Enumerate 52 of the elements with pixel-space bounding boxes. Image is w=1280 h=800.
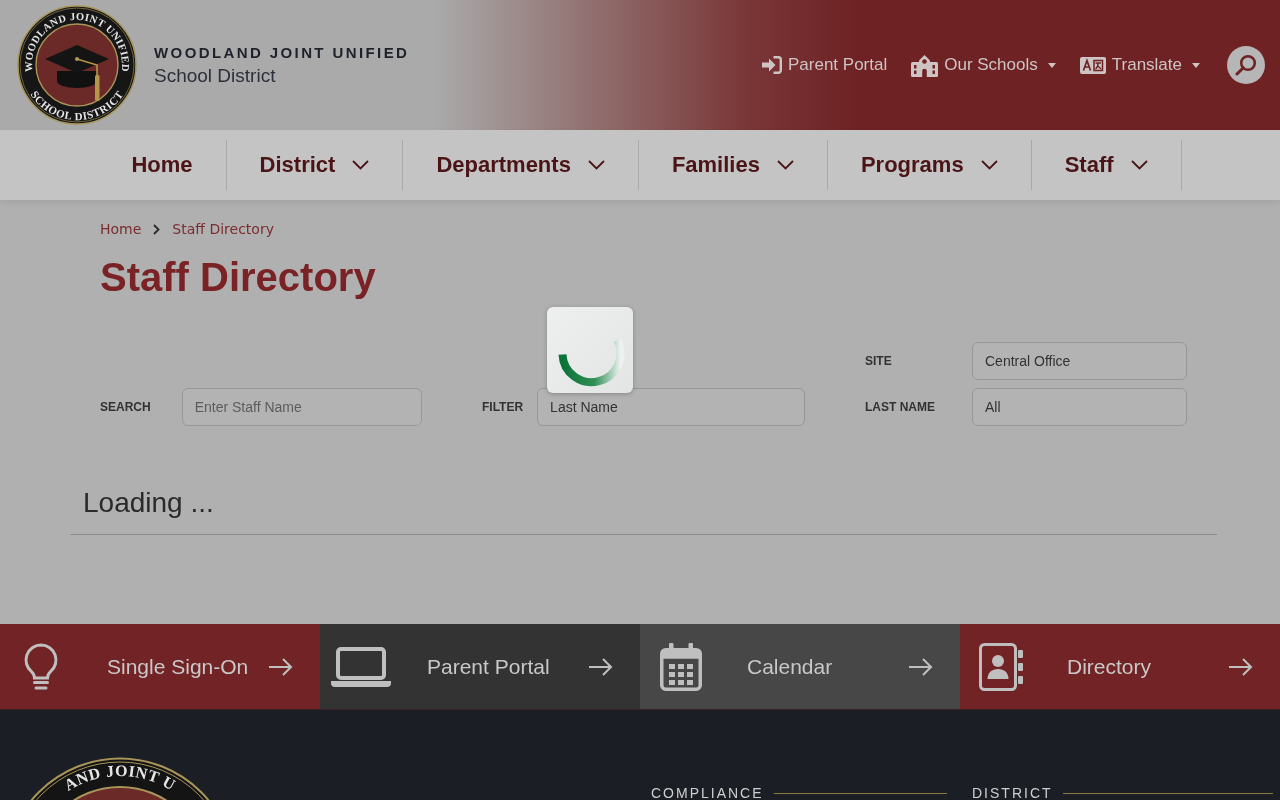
- nav-menu-item[interactable]: Programs: [827, 140, 1032, 190]
- district-name: WOODLAND JOINT UNIFIED: [154, 43, 410, 62]
- nav-menu-item[interactable]: District: [226, 140, 404, 190]
- district-subtitle: School District: [154, 64, 276, 87]
- caret-icon: [1192, 62, 1200, 68]
- translate-icon: [1079, 56, 1106, 74]
- district-seal-logo: AND JOINT U: [30, 757, 210, 800]
- contact-book-icon: [979, 642, 1023, 691]
- header-link[interactable]: Parent Portal: [762, 55, 888, 75]
- quick-link-tile[interactable]: Parent Portal: [320, 624, 640, 709]
- quick-link-tile[interactable]: Single Sign-On: [0, 624, 320, 709]
- search-button[interactable]: [1227, 46, 1265, 84]
- quick-link-tile[interactable]: Directory: [960, 624, 1280, 709]
- nav-menu-item[interactable]: Home: [98, 140, 227, 190]
- chevron-down-icon: [1130, 160, 1148, 170]
- nav-menu-item[interactable]: Staff: [1031, 140, 1182, 190]
- nav-menu-item[interactable]: Families: [638, 140, 828, 190]
- laptop-icon: [331, 646, 391, 687]
- arrow-right-icon: [909, 657, 933, 676]
- dropdown-button[interactable]: Our Schools: [911, 53, 1056, 77]
- sign-in-icon: [762, 56, 782, 74]
- arrow-right-icon: [269, 657, 293, 676]
- nav-menu-item[interactable]: Departments: [403, 140, 639, 190]
- quick-link-tile[interactable]: Calendar: [640, 624, 960, 709]
- lightbulb-icon: [22, 642, 60, 691]
- loading-spinner-icon: [547, 307, 633, 393]
- calendar-icon: [660, 642, 702, 691]
- dropdown-button[interactable]: Translate: [1079, 55, 1200, 75]
- arrow-right-icon: [1229, 657, 1253, 676]
- text-field[interactable]: Central Office: [972, 342, 1187, 380]
- field-label: LAST NAME: [865, 400, 936, 414]
- field-label: FILTER: [482, 400, 524, 414]
- chevron-down-icon: [587, 160, 605, 170]
- page-title: Staff Directory: [100, 254, 376, 301]
- chevron-down-icon: [776, 160, 794, 170]
- school-building-icon: [911, 53, 939, 77]
- field-label: SEARCH: [100, 400, 151, 414]
- chevron-down-icon: [352, 160, 370, 170]
- chevron-right-icon: [153, 223, 161, 235]
- text-field[interactable]: Last Name: [537, 388, 805, 426]
- loading-message: Loading ...: [83, 487, 214, 518]
- breadcrumb-link[interactable]: Home: [100, 221, 142, 237]
- text-field[interactable]: All: [972, 388, 1187, 426]
- footer-heading: DISTRICT: [972, 786, 1053, 800]
- text-field[interactable]: Enter Staff Name: [181, 388, 422, 426]
- arrow-right-icon: [589, 657, 613, 676]
- field-label: SITE: [865, 354, 893, 368]
- chevron-down-icon: [980, 160, 998, 170]
- footer-heading: COMPLIANCE: [651, 786, 764, 800]
- breadcrumb-current: Staff Directory: [172, 221, 274, 237]
- search-icon: [1235, 54, 1257, 76]
- caret-icon: [1047, 62, 1056, 68]
